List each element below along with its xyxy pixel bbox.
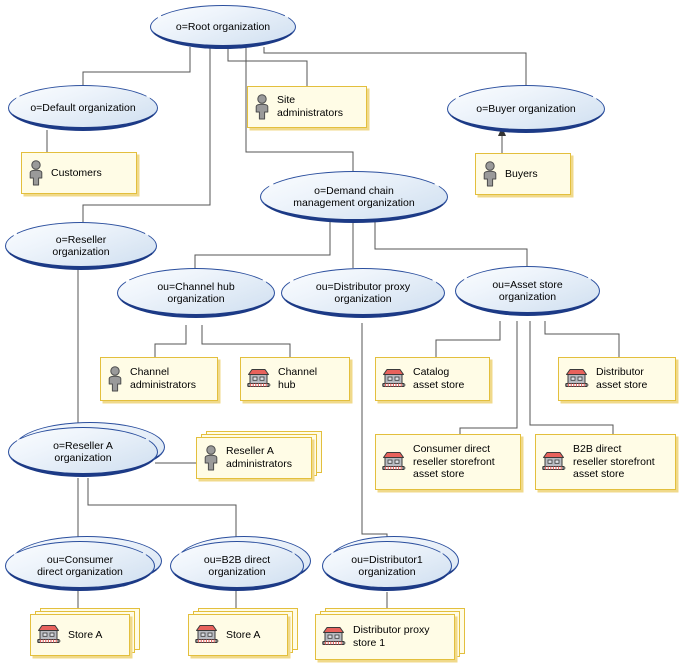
edge-root-reseller-org [82,47,211,222]
node-reseller-a-administrators[interactable]: Reseller A administrators [196,431,322,479]
node-label: B2B direct reseller storefront asset sto… [573,442,655,481]
node-demand-chain-management-organization[interactable]: o=Demand chain management organization [260,171,448,223]
node-label: Site administrators [277,94,343,119]
node-label: o=Reseller A organization [53,439,113,464]
node-label: ou=B2B direct organization [203,553,271,578]
edge-root-default-org [82,47,191,85]
node-consumer-direct-reseller-storefront-asset-store[interactable]: Consumer direct reseller storefront asse… [375,434,521,490]
store-icon [542,452,566,470]
node-channel-hub-organization[interactable]: ou=Channel hub organization [117,268,275,318]
node-label: o=Demand chain management organization [293,184,415,209]
node-label: Distributor proxy store 1 [353,624,430,649]
node-label: o=Default organization [30,101,136,114]
node-default-organization[interactable]: o=Default organization [8,85,158,131]
node-label: Store A [226,628,261,641]
node-label: ou=Consumer direct organization [37,553,123,578]
node-label: Catalog asset store [413,366,465,391]
edge-distproxy-distributor1 [361,323,388,541]
node-label: o=Buyer organization [476,102,576,115]
node-reseller-a-organization[interactable]: o=Reseller A organization [8,422,165,477]
edge-channelhub-hub [201,325,291,357]
node-label: Distributor asset store [596,366,648,391]
store-icon [565,369,589,387]
node-b2b-direct-reseller-storefront-asset-store[interactable]: B2B direct reseller storefront asset sto… [535,434,676,490]
node-label: Customers [51,166,102,179]
node-site-administrators[interactable]: Site administrators [247,86,367,128]
node-buyer-organization[interactable]: o=Buyer organization [447,85,605,133]
node-label: o=Root organization [175,20,271,33]
node-distributor1-organization[interactable]: ou=Distributor1 organization [322,536,459,591]
store-icon [382,452,406,470]
node-buyers[interactable]: Buyers [475,153,571,195]
edge-dcm-channelhub [194,221,331,268]
node-label: Reseller A administrators [226,445,292,470]
person-icon [483,161,497,187]
node-label: ou=Distributor1 organization [351,553,423,578]
node-label: Consumer direct reseller storefront asse… [413,442,495,481]
node-label: Store A [68,628,103,641]
node-store-a-b2b-direct[interactable]: Store A [188,608,298,656]
edge-root-buyer-org [263,47,527,85]
node-label: Channel administrators [130,366,196,391]
node-customers[interactable]: Customers [21,152,137,194]
edge-dcm-assetstore [374,221,528,266]
person-icon [255,94,269,120]
person-icon [108,366,122,392]
node-catalog-asset-store[interactable]: Catalog asset store [375,357,490,401]
store-icon [195,625,219,643]
edge-assetstore-catalog [435,321,501,357]
edge-assetstore-distributorstore [544,321,620,357]
node-label: ou=Channel hub organization [157,280,235,305]
node-label: Buyers [505,167,538,180]
node-channel-hub[interactable]: Channel hub [240,357,350,401]
person-icon [29,160,43,186]
node-label: o=Reseller organization [52,233,110,258]
node-distributor-proxy-organization[interactable]: ou=Distributor proxy organization [281,268,445,318]
store-icon [247,369,271,387]
node-distributor-proxy-store-1[interactable]: Distributor proxy store 1 [315,608,465,660]
store-icon [382,369,406,387]
node-root-organization[interactable]: o=Root organization [150,5,296,49]
node-label: ou=Asset store organization [492,278,563,303]
edge-resellera-b2bdirect [87,478,237,541]
store-icon [322,627,346,645]
store-icon [37,625,61,643]
node-store-a-consumer-direct[interactable]: Store A [30,608,140,656]
node-asset-store-organization[interactable]: ou=Asset store organization [455,266,600,316]
node-channel-administrators[interactable]: Channel administrators [100,357,218,401]
node-consumer-direct-organization[interactable]: ou=Consumer direct organization [5,536,162,591]
node-label: ou=Distributor proxy organization [315,280,411,305]
node-b2b-direct-organization[interactable]: ou=B2B direct organization [170,536,311,591]
org-hierarchy-diagram: o=Root organization o=Default organizati… [0,0,686,667]
node-distributor-asset-store[interactable]: Distributor asset store [558,357,676,401]
node-label: Channel hub [278,366,318,391]
node-reseller-organization[interactable]: o=Reseller organization [5,222,157,270]
person-icon [204,445,218,471]
edge-channelhub-admins [154,325,187,357]
